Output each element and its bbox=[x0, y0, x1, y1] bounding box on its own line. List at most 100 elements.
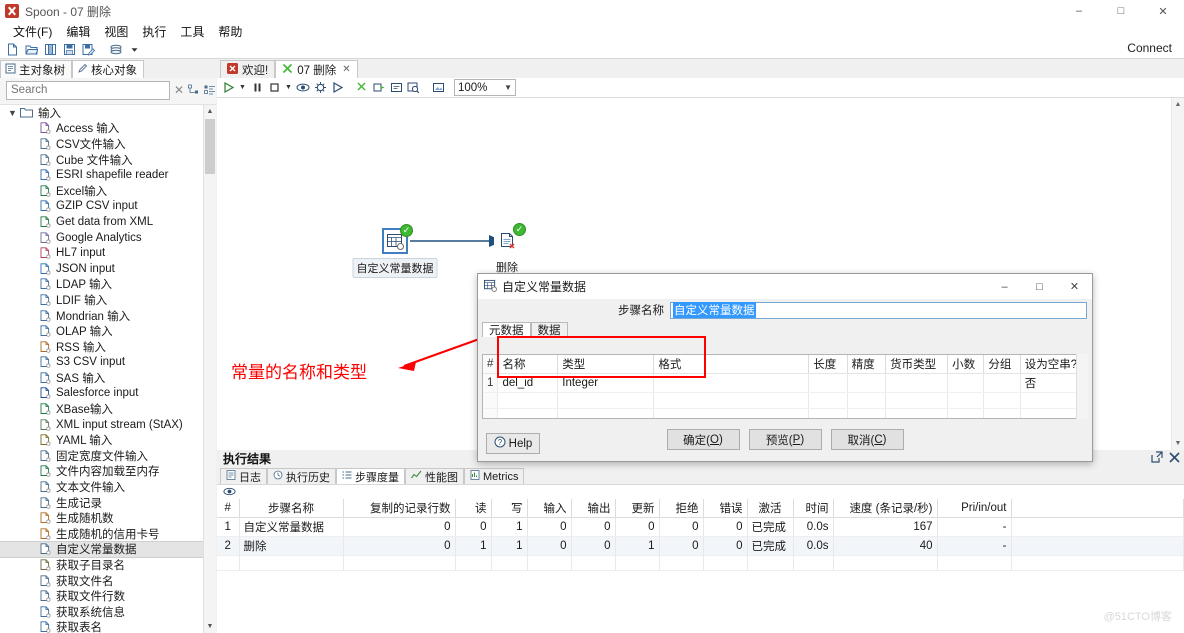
ok-button[interactable]: 确定(O) bbox=[666, 429, 740, 450]
pause-icon[interactable] bbox=[249, 79, 265, 96]
metadata-grid-container[interactable]: # 名称 类型 格式 长度 精度 货币类型 小数 分组 设为空串? 1 del_i… bbox=[482, 354, 1088, 419]
dialog-grid-scrollbar[interactable] bbox=[1076, 354, 1088, 419]
metadata-row[interactable]: 1 del_id Integer 否 bbox=[483, 373, 1087, 393]
connect-label[interactable]: Connect bbox=[1127, 41, 1172, 55]
run-icon[interactable] bbox=[220, 79, 236, 96]
col-errors[interactable]: 错误 bbox=[703, 499, 748, 518]
tree-item[interactable]: Google Analytics bbox=[0, 230, 203, 246]
menu-item-edit[interactable]: 编辑 bbox=[59, 22, 97, 41]
impact-analysis-icon[interactable] bbox=[371, 79, 387, 96]
window-close-button[interactable]: ✕ bbox=[1142, 0, 1184, 22]
chevron-down-icon[interactable]: ▼ bbox=[8, 108, 18, 118]
col-step-name[interactable]: 步骤名称 bbox=[239, 499, 344, 518]
core-objects-tree[interactable]: ▼ 输入 Access 输入 CSV文件输入 Cube 文件输入 ESRI shapefi… bbox=[0, 104, 216, 633]
col-read[interactable]: 读 bbox=[455, 499, 492, 518]
tree-item[interactable]: Excel输入 bbox=[0, 183, 203, 199]
debug-icon[interactable] bbox=[312, 79, 328, 96]
tree-item[interactable]: JSON input bbox=[0, 261, 203, 277]
tab-metadata[interactable]: 元数据 bbox=[482, 322, 531, 337]
run-dropdown-icon[interactable]: ▼ bbox=[237, 79, 248, 96]
col-format[interactable]: 格式 bbox=[653, 355, 810, 374]
tree-item[interactable]: Cube 文件输入 bbox=[0, 152, 203, 168]
canvas-scrollbar[interactable]: ▲ ▼ bbox=[1171, 98, 1184, 450]
tree-item[interactable]: 获取子目录名 bbox=[0, 557, 203, 573]
tree-item[interactable]: S3 CSV input bbox=[0, 355, 203, 371]
tab-core-objects[interactable]: 核心对象 bbox=[72, 60, 144, 78]
table-row[interactable]: 1 自定义常量数据 0 0 1 0 0 0 0 0 已完成 0.0s 167- bbox=[217, 517, 1184, 537]
replay-icon[interactable] bbox=[329, 79, 345, 96]
tree-item[interactable]: CSV文件输入 bbox=[0, 136, 203, 152]
dialog-close-button[interactable]: ✕ bbox=[1057, 274, 1092, 299]
tree-item[interactable]: GZIP CSV input bbox=[0, 199, 203, 215]
cancel-button[interactable]: 取消(C) bbox=[830, 429, 904, 450]
tree-root-input[interactable]: ▼ 输入 bbox=[0, 105, 203, 121]
dialog-minimize-button[interactable]: – bbox=[987, 274, 1022, 299]
save-icon[interactable] bbox=[61, 41, 78, 57]
tree-item[interactable]: 获取文件名 bbox=[0, 573, 203, 589]
tree-item[interactable]: 固定宽度文件输入 bbox=[0, 448, 203, 464]
search-input[interactable] bbox=[6, 80, 170, 100]
cell-currency[interactable] bbox=[885, 373, 949, 393]
tab-data[interactable]: 数据 bbox=[530, 322, 568, 337]
stop-icon[interactable] bbox=[266, 79, 282, 96]
col-num[interactable]: # bbox=[217, 499, 240, 518]
expand-tree-icon[interactable] bbox=[188, 83, 200, 98]
cell-precision[interactable] bbox=[847, 373, 887, 393]
tree-item[interactable]: Mondrian 输入 bbox=[0, 308, 203, 324]
maximize-panel-icon[interactable] bbox=[1151, 451, 1163, 466]
canvas-scroll-down-icon[interactable]: ▼ bbox=[1172, 437, 1184, 450]
tree-item[interactable]: RSS 输入 bbox=[0, 339, 203, 355]
col-precision[interactable]: 精度 bbox=[847, 355, 887, 374]
col-length[interactable]: 长度 bbox=[808, 355, 848, 374]
tab-close-icon[interactable]: ✕ bbox=[342, 64, 350, 75]
tree-item[interactable]: Access 输入 bbox=[0, 121, 203, 137]
scroll-thumb[interactable] bbox=[205, 119, 215, 174]
menu-item-file[interactable]: 文件(F) bbox=[6, 22, 59, 41]
tree-item[interactable]: OLAP 输入 bbox=[0, 323, 203, 339]
tab-metrics[interactable]: Metrics bbox=[464, 468, 525, 484]
window-maximize-button[interactable]: □ bbox=[1100, 0, 1142, 22]
chevron-down-icon[interactable]: ▼ bbox=[504, 83, 512, 92]
cell-length[interactable] bbox=[808, 373, 848, 393]
col-type[interactable]: 类型 bbox=[557, 355, 655, 374]
col-time[interactable]: 时间 bbox=[793, 499, 834, 518]
step-node-delete[interactable]: ✓ 删除 bbox=[493, 223, 526, 276]
tab-transformation[interactable]: 07 删除 ✕ bbox=[275, 60, 358, 78]
delete-step-icon[interactable]: ✓ bbox=[494, 223, 526, 254]
tree-item[interactable]: Get data from XML bbox=[0, 214, 203, 230]
canvas-scroll-up-icon[interactable]: ▲ bbox=[1172, 98, 1184, 111]
col-output[interactable]: 输出 bbox=[571, 499, 616, 518]
tab-execution-history[interactable]: 执行历史 bbox=[267, 468, 336, 484]
tree-item[interactable]: 生成记录 bbox=[0, 495, 203, 511]
dialog-maximize-button[interactable]: □ bbox=[1022, 274, 1057, 299]
metadata-row-empty[interactable] bbox=[483, 408, 1087, 418]
cell-format[interactable] bbox=[653, 373, 810, 393]
sql-icon[interactable] bbox=[388, 79, 404, 96]
preview-button[interactable]: 预览(P) bbox=[748, 429, 822, 450]
eye-icon[interactable] bbox=[223, 485, 236, 499]
col-name[interactable]: 名称 bbox=[497, 355, 559, 374]
database-dropdown-icon[interactable] bbox=[126, 41, 143, 57]
tree-item[interactable]: 生成随机的信用卡号 bbox=[0, 526, 203, 542]
tree-item[interactable]: 自定义常量数据 bbox=[0, 540, 203, 559]
custom-constant-data-icon[interactable]: ✓ bbox=[382, 224, 413, 254]
tree-item[interactable]: 生成随机数 bbox=[0, 510, 203, 526]
close-panel-icon[interactable] bbox=[1169, 451, 1180, 466]
tree-item[interactable]: ESRI shapefile reader bbox=[0, 167, 203, 183]
save-as-icon[interactable] bbox=[80, 41, 97, 57]
cell-type[interactable]: Integer bbox=[557, 373, 655, 393]
cell-group[interactable] bbox=[983, 373, 1021, 393]
database-icon[interactable] bbox=[107, 41, 124, 57]
tree-item[interactable]: SAS 输入 bbox=[0, 370, 203, 386]
window-minimize-button[interactable]: – bbox=[1058, 0, 1100, 22]
tree-item[interactable]: LDAP 输入 bbox=[0, 277, 203, 293]
step-name-input[interactable]: 自定义常量数据 bbox=[670, 301, 1087, 319]
col-pri[interactable]: Pri/in/out bbox=[937, 499, 1012, 518]
scroll-down-icon[interactable]: ▼ bbox=[204, 620, 216, 633]
step-node-custom-constant[interactable]: ✓ 自定义常量数据 bbox=[352, 224, 438, 278]
col-currency[interactable]: 货币类型 bbox=[885, 355, 949, 374]
tree-item[interactable]: 获取文件行数 bbox=[0, 588, 203, 604]
cell-decimal[interactable] bbox=[947, 373, 985, 393]
image-export-icon[interactable] bbox=[430, 79, 446, 96]
collapse-tree-icon[interactable] bbox=[204, 83, 216, 98]
